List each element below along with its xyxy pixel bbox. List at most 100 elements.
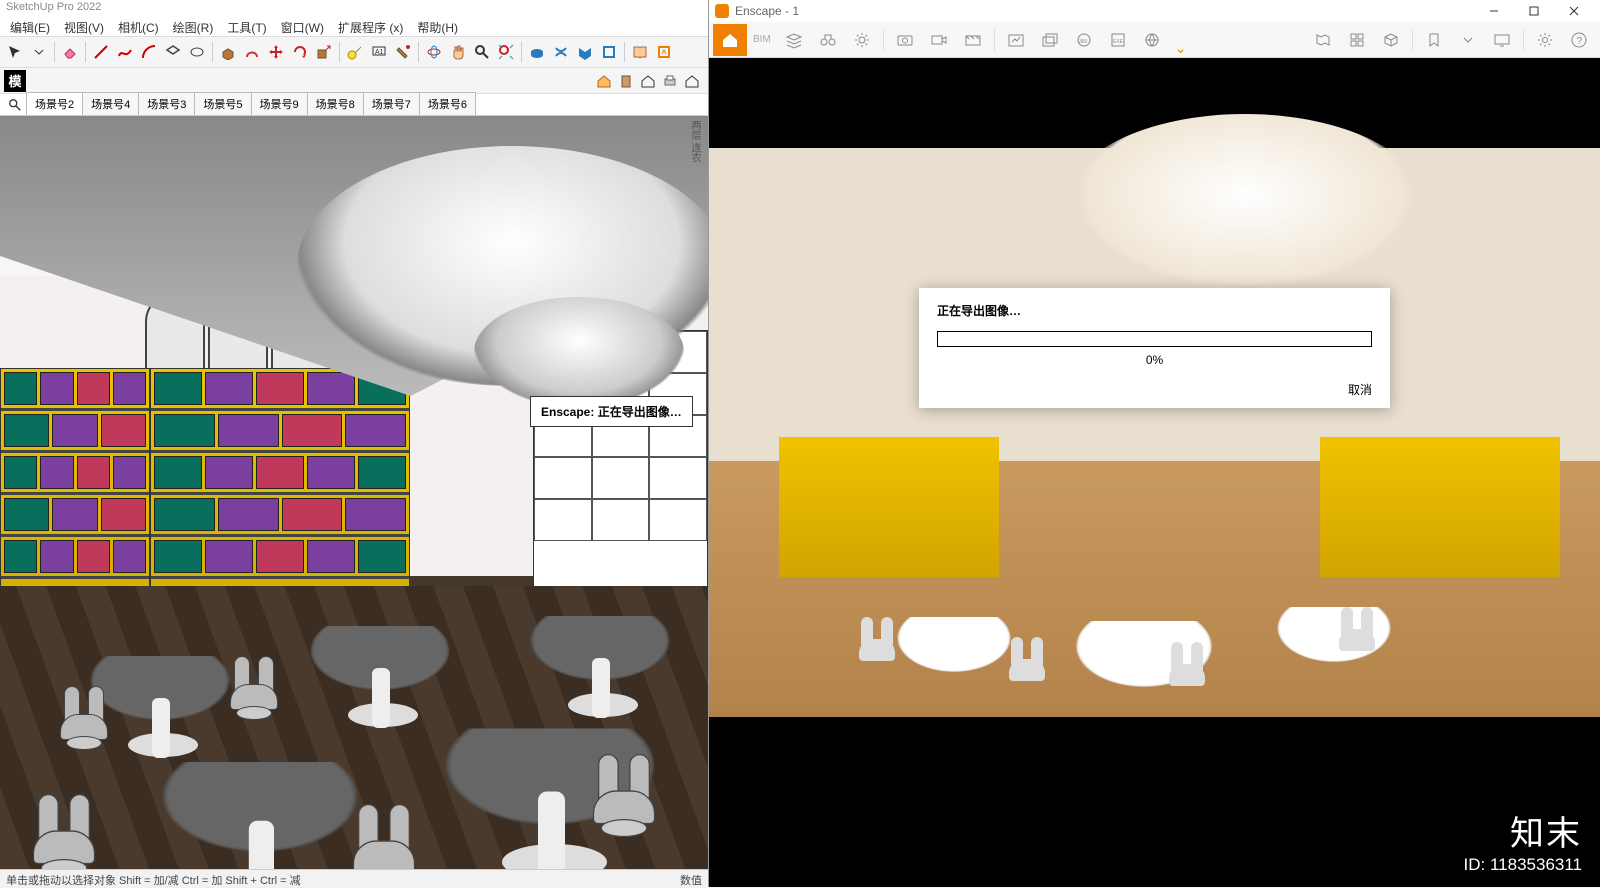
sketchup-statusbar: 单击或拖动以选择对象 Shift = 加/减 Ctrl = 加 Shift + … — [0, 869, 708, 887]
enscape-icon[interactable] — [653, 41, 675, 63]
camera-icon[interactable] — [888, 24, 922, 56]
zoom-extents-tool[interactable] — [495, 41, 517, 63]
menu-help[interactable]: 帮助(H) — [411, 18, 464, 34]
brand-name: 知末 — [1464, 806, 1582, 855]
arc-tool[interactable] — [138, 41, 160, 63]
help-icon[interactable]: ? — [1562, 24, 1596, 56]
line-tool[interactable] — [90, 41, 112, 63]
menu-view[interactable]: 视图(V) — [58, 18, 110, 34]
rotate-tool[interactable] — [289, 41, 311, 63]
house-icon-3[interactable] — [682, 71, 702, 91]
scene-tab[interactable]: 场景号5 — [194, 92, 251, 115]
scene-tab[interactable]: 场景号8 — [307, 92, 364, 115]
book-icon[interactable] — [629, 41, 651, 63]
enscape-title: Enscape - 1 — [735, 4, 799, 18]
progress-percent: 0% — [937, 353, 1372, 367]
exe-icon[interactable]: EXE — [1101, 24, 1135, 56]
sketchup-progress-label: Enscape: 正在导出图像… — [530, 396, 693, 427]
close-button[interactable] — [1554, 0, 1594, 22]
minimize-button[interactable] — [1474, 0, 1514, 22]
watermark-brand: 知末 ID: 1183536311 — [1464, 806, 1582, 875]
web-icon[interactable] — [1135, 24, 1169, 56]
settings-icon[interactable] — [1528, 24, 1562, 56]
maximize-button[interactable] — [1514, 0, 1554, 22]
paint-tool[interactable] — [392, 41, 414, 63]
binoculars-icon[interactable] — [811, 24, 845, 56]
menu-draw[interactable]: 绘图(R) — [167, 18, 220, 34]
ext-icon-1[interactable] — [550, 41, 572, 63]
enscape-logo-icon — [715, 4, 729, 18]
svg-text:EXE: EXE — [1113, 39, 1124, 45]
tape-tool[interactable] — [344, 41, 366, 63]
scene-tab[interactable]: 场景号6 — [419, 92, 476, 115]
menu-camera[interactable]: 相机(C) — [112, 18, 165, 34]
svg-text:?: ? — [1577, 36, 1583, 47]
zoom-tool[interactable] — [471, 41, 493, 63]
select-dropdown[interactable] — [28, 41, 50, 63]
text-tool[interactable]: A1 — [368, 41, 390, 63]
warehouse-icon[interactable] — [526, 41, 548, 63]
scene-tab[interactable]: 场景号2 — [26, 92, 83, 115]
select-tool[interactable] — [4, 41, 26, 63]
menu-window[interactable]: 窗口(W) — [275, 18, 330, 34]
asset-lib-icon[interactable] — [1340, 24, 1374, 56]
orbit-tool[interactable] — [423, 41, 445, 63]
video-icon[interactable] — [922, 24, 956, 56]
chevron-down-icon[interactable]: ⌄ — [1169, 40, 1193, 57]
print-icon[interactable] — [660, 71, 680, 91]
scene-tab[interactable]: 场景号3 — [138, 92, 195, 115]
snapshot-icon[interactable] — [999, 24, 1033, 56]
ext-icon-3[interactable] — [598, 41, 620, 63]
house-icon-1[interactable] — [594, 71, 614, 91]
enscape-titlebar: Enscape - 1 — [709, 0, 1600, 22]
move-tool[interactable] — [265, 41, 287, 63]
offset-tool[interactable] — [241, 41, 263, 63]
model-badge[interactable]: 模 — [4, 70, 26, 92]
sketchup-viewport[interactable]: 两层 连农 Enscape: 正在导出图像… — [0, 116, 708, 869]
cube-icon[interactable] — [1374, 24, 1408, 56]
pushpull-tool[interactable] — [217, 41, 239, 63]
scene-tab[interactable]: 场景号4 — [82, 92, 139, 115]
display-icon[interactable] — [1485, 24, 1519, 56]
building-icon[interactable] — [616, 71, 636, 91]
enscape-viewport[interactable]: 正在导出图像… 0% 取消 知末 ID: 1183536311 — [709, 58, 1600, 887]
eraser-tool[interactable] — [59, 41, 81, 63]
svg-text:A1: A1 — [375, 49, 384, 56]
sketchup-menubar[interactable]: 编辑(E) 视图(V) 相机(C) 绘图(R) 工具(T) 窗口(W) 扩展程序… — [0, 16, 708, 36]
enscape-window: Enscape - 1 BIM 360 EXE ⌄ ? — [709, 0, 1600, 887]
menu-edit[interactable]: 编辑(E) — [4, 18, 56, 34]
house-icon-2[interactable] — [638, 71, 658, 91]
home-icon[interactable] — [713, 24, 747, 56]
pan-tool[interactable] — [447, 41, 469, 63]
bookmark-icon[interactable] — [1417, 24, 1451, 56]
sketchup-window: SketchUp Pro 2022 编辑(E) 视图(V) 相机(C) 绘图(R… — [0, 0, 709, 887]
map-icon[interactable] — [1306, 24, 1340, 56]
freehand-tool[interactable] — [114, 41, 136, 63]
scene-tab[interactable]: 场景号9 — [251, 92, 308, 115]
sun-icon[interactable] — [845, 24, 879, 56]
dialog-title: 正在导出图像… — [937, 302, 1372, 319]
scene-search-icon[interactable] — [4, 94, 26, 115]
svg-text:360: 360 — [1079, 39, 1088, 45]
export-progress-dialog: 正在导出图像… 0% 取消 — [919, 288, 1390, 408]
rect-tool[interactable] — [162, 41, 184, 63]
pano-icon[interactable]: 360 — [1067, 24, 1101, 56]
sketchup-main-toolbar: A1 — [0, 36, 708, 68]
progress-bar — [937, 331, 1372, 347]
sketchup-titlebar: SketchUp Pro 2022 — [0, 0, 708, 16]
ext-icon-2[interactable] — [574, 41, 596, 63]
sketchup-secondary-toolbar: 模 — [0, 68, 708, 94]
movie-icon[interactable] — [956, 24, 990, 56]
scale-tool[interactable] — [313, 41, 335, 63]
menu-ext[interactable]: 扩展程序 (x) — [332, 18, 409, 34]
layers-icon[interactable] — [777, 24, 811, 56]
status-value-label: 数值 — [680, 872, 702, 885]
viewport-corner-tag: 两层 连农 — [687, 120, 702, 163]
cancel-button[interactable]: 取消 — [937, 381, 1372, 398]
bookmark-dropdown-icon[interactable] — [1451, 24, 1485, 56]
batch-icon[interactable] — [1033, 24, 1067, 56]
scene-tabs: 场景号2 场景号4 场景号3 场景号5 场景号9 场景号8 场景号7 场景号6 — [0, 94, 708, 116]
circle-tool[interactable] — [186, 41, 208, 63]
menu-tools[interactable]: 工具(T) — [221, 18, 272, 34]
scene-tab[interactable]: 场景号7 — [363, 92, 420, 115]
